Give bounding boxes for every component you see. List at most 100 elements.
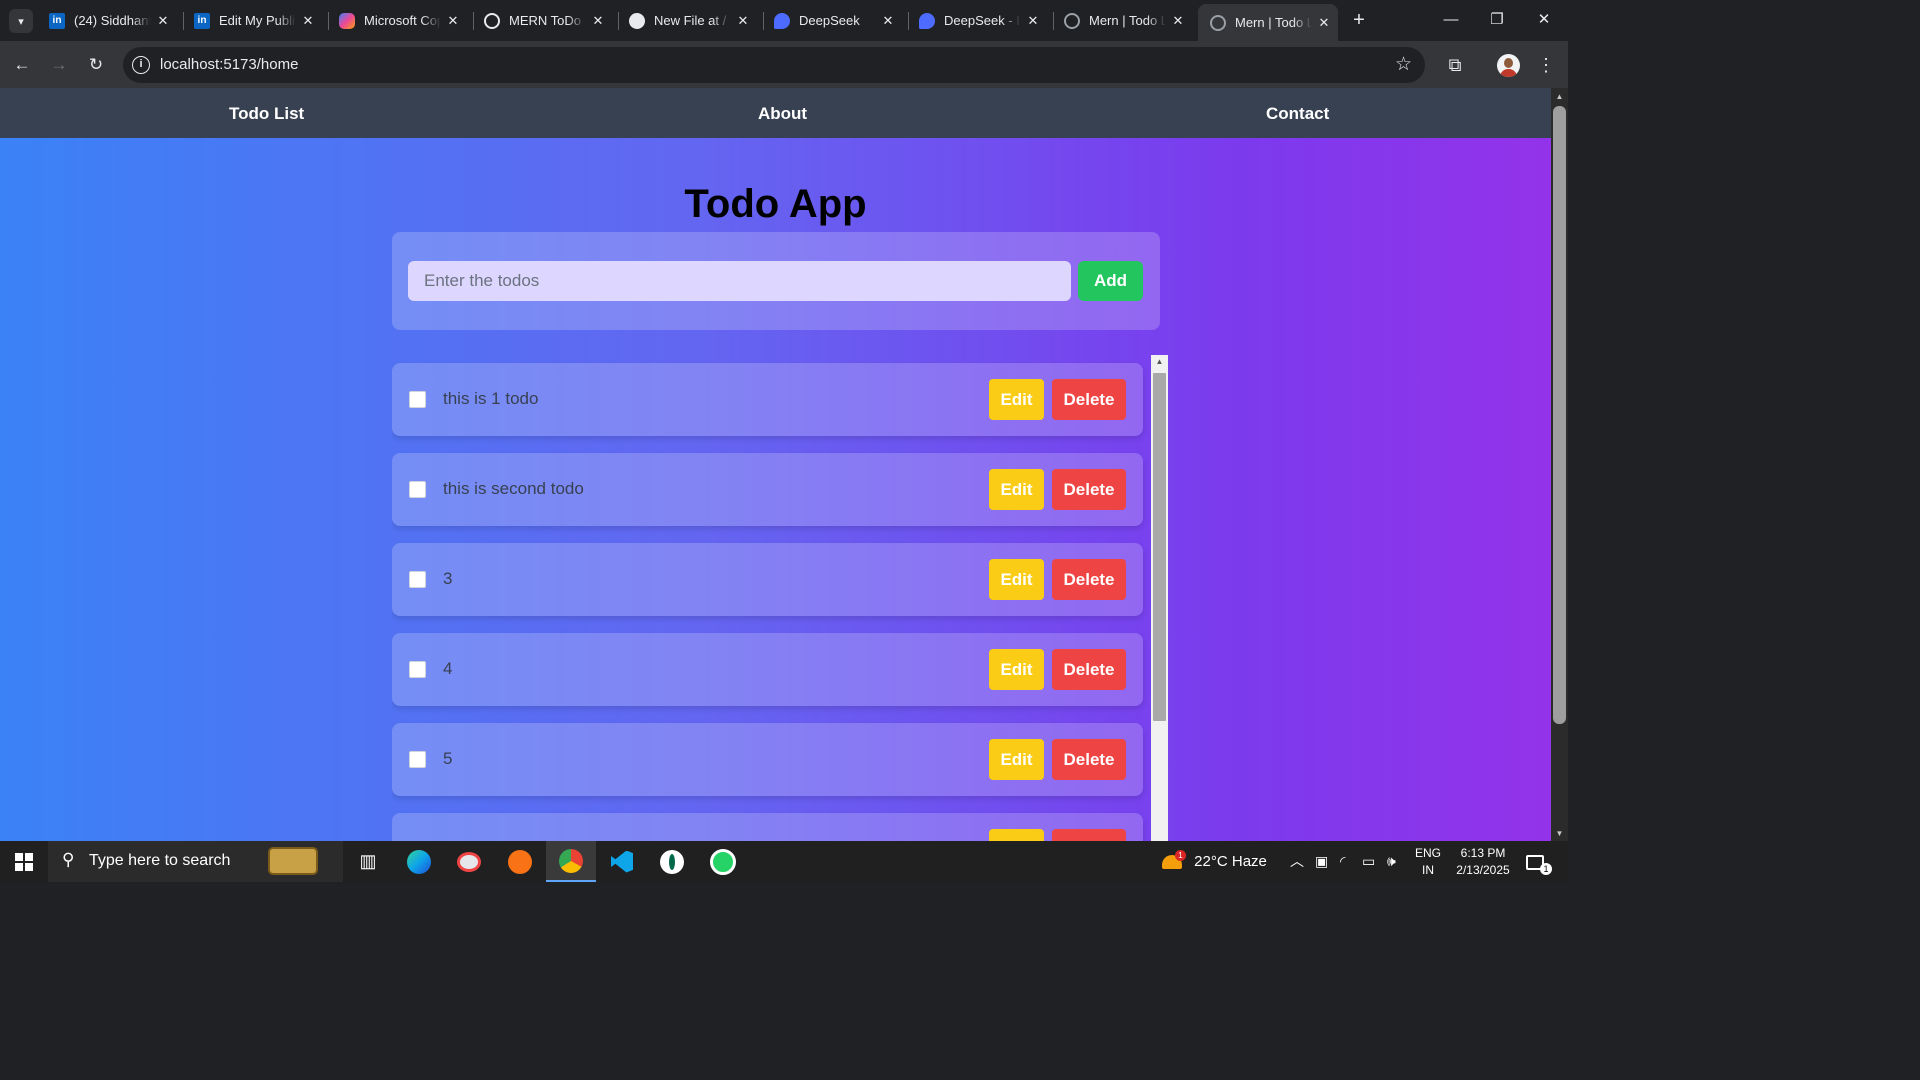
todo-checkbox[interactable] xyxy=(409,571,426,588)
openai-icon xyxy=(484,12,500,29)
delete-button[interactable]: Delete xyxy=(1052,469,1126,510)
edit-button[interactable]: Edit xyxy=(989,379,1044,420)
url-text[interactable]: localhost:5173/home xyxy=(160,56,298,73)
mongodb-compass-icon[interactable] xyxy=(647,841,697,882)
browser-tab[interactable]: New File at / ✕ xyxy=(617,4,757,37)
weather-widget[interactable]: 1 22°C Haze xyxy=(1162,841,1272,882)
browser-tab[interactable]: Microsoft Copilot ✕ xyxy=(327,4,467,37)
search-highlight-icon[interactable] xyxy=(268,847,318,875)
browser-menu-icon[interactable]: ⋮ xyxy=(1533,52,1559,78)
close-icon[interactable]: ✕ xyxy=(876,13,900,29)
todo-item: 4 Edit Delete xyxy=(392,633,1143,706)
chevron-up-icon[interactable]: ︿ xyxy=(1290,841,1304,882)
clock-time: 6:13 PM xyxy=(1460,846,1506,860)
bookmark-star-icon[interactable]: ☆ xyxy=(1395,53,1412,76)
todo-text: 3 xyxy=(443,569,453,588)
profile-avatar[interactable] xyxy=(1497,54,1520,77)
battery-icon[interactable]: ▭ xyxy=(1362,841,1375,882)
close-icon[interactable]: ✕ xyxy=(586,13,610,29)
restore-icon[interactable]: ❐ xyxy=(1474,0,1520,40)
whatsapp-icon[interactable] xyxy=(698,841,748,882)
language-code: ENG xyxy=(1414,846,1441,860)
browser-tab[interactable]: in (24) Siddhant ✕ xyxy=(37,4,177,37)
scrollbar-thumb[interactable] xyxy=(1153,373,1166,721)
vscode-icon[interactable] xyxy=(597,841,647,882)
tab-title: Mern | Todo List xyxy=(1235,15,1312,30)
site-info-icon[interactable]: i xyxy=(132,56,150,74)
task-view-icon[interactable]: ▥ xyxy=(343,841,393,882)
tab-title: Mern | Todo List xyxy=(1089,13,1166,28)
close-icon[interactable]: ✕ xyxy=(1021,13,1045,29)
region-code: IN xyxy=(1422,863,1434,877)
browser-tab-active[interactable]: Mern | Todo List ✕ xyxy=(1198,4,1338,41)
todo-text: this is second todo xyxy=(443,479,584,498)
edit-button[interactable]: Edit xyxy=(989,829,1044,841)
tab-title: MERN ToDo List xyxy=(509,13,586,28)
todo-text: this is 1 todo xyxy=(443,389,539,408)
edit-button[interactable]: Edit xyxy=(989,469,1044,510)
todo-checkbox[interactable] xyxy=(409,481,426,498)
wifi-icon[interactable]: ◜ xyxy=(1340,841,1345,882)
weather-text: 22°C Haze xyxy=(1194,853,1267,870)
todo-text: 4 xyxy=(443,659,453,678)
add-button[interactable]: Add xyxy=(1078,261,1143,301)
close-icon[interactable]: ✕ xyxy=(441,13,465,29)
windows-start-icon[interactable] xyxy=(15,853,33,871)
todo-item: Edit Delete xyxy=(392,813,1143,841)
todo-list: this is 1 todo Edit Delete this is secon… xyxy=(392,355,1168,841)
tab-title: Microsoft Copilot xyxy=(364,13,441,28)
delete-button[interactable]: Delete xyxy=(1052,829,1126,841)
close-icon[interactable]: ✕ xyxy=(1166,13,1190,29)
nav-brand-link[interactable]: Todo List xyxy=(229,104,304,124)
todo-checkbox[interactable] xyxy=(409,661,426,678)
page-scrollbar[interactable]: ▲ ▼ xyxy=(1551,88,1568,841)
scroll-up-icon[interactable]: ▲ xyxy=(1151,357,1168,366)
new-tab-icon[interactable]: + xyxy=(1347,8,1371,32)
meet-now-icon[interactable]: ▣ xyxy=(1315,841,1328,882)
delete-button[interactable]: Delete xyxy=(1052,379,1126,420)
scroll-up-icon[interactable]: ▲ xyxy=(1551,92,1568,101)
volume-icon[interactable]: 🕪 xyxy=(1387,841,1396,882)
browser-tab[interactable]: Mern | Todo List ✕ xyxy=(1052,4,1192,37)
edit-button[interactable]: Edit xyxy=(989,739,1044,780)
nav-contact-link[interactable]: Contact xyxy=(1266,104,1329,124)
edge-icon[interactable] xyxy=(394,841,444,882)
reload-icon[interactable]: ↻ xyxy=(83,52,109,78)
clock[interactable]: 6:13 PM 2/13/2025 xyxy=(1448,841,1518,882)
todo-checkbox[interactable] xyxy=(409,391,426,408)
browser-tab[interactable]: in Edit My Publication ✕ xyxy=(182,4,322,37)
browser-tab[interactable]: DeepSeek - Into the Unknown ✕ xyxy=(907,4,1047,37)
todo-list-scrollbar[interactable]: ▲ xyxy=(1151,355,1168,841)
delete-button[interactable]: Delete xyxy=(1052,739,1126,780)
delete-button[interactable]: Delete xyxy=(1052,649,1126,690)
extensions-icon[interactable]: ⧉ xyxy=(1442,52,1468,78)
back-icon[interactable]: ← xyxy=(9,52,35,78)
window-close-icon[interactable]: ✕ xyxy=(1521,0,1567,40)
address-bar[interactable]: i localhost:5173/home ☆ xyxy=(123,47,1425,83)
notifications-icon[interactable]: 1 xyxy=(1526,841,1552,882)
language-indicator[interactable]: ENG IN xyxy=(1414,841,1442,882)
close-icon[interactable]: ✕ xyxy=(151,13,175,29)
globe-icon xyxy=(1064,12,1080,29)
scrollbar-thumb[interactable] xyxy=(1553,106,1566,724)
todo-input[interactable] xyxy=(408,261,1071,301)
close-icon[interactable]: ✕ xyxy=(296,13,320,29)
edit-button[interactable]: Edit xyxy=(989,559,1044,600)
minimize-icon[interactable]: — xyxy=(1428,0,1474,40)
taskbar-search[interactable]: ⚲ Type here to search xyxy=(48,841,343,882)
browser-tab[interactable]: MERN ToDo List ✕ xyxy=(472,4,612,37)
forward-icon[interactable]: → xyxy=(46,52,72,78)
postman-icon[interactable] xyxy=(495,841,545,882)
scroll-down-icon[interactable]: ▼ xyxy=(1551,829,1568,838)
tab-search-icon[interactable]: ▾ xyxy=(9,9,33,33)
nav-about-link[interactable]: About xyxy=(758,104,807,124)
edit-button[interactable]: Edit xyxy=(989,649,1044,690)
delete-button[interactable]: Delete xyxy=(1052,559,1126,600)
close-icon[interactable]: ✕ xyxy=(1312,15,1336,31)
chrome-icon[interactable] xyxy=(546,841,596,882)
copilot-icon xyxy=(339,12,355,29)
paint-icon[interactable] xyxy=(444,841,494,882)
todo-checkbox[interactable] xyxy=(409,751,426,768)
browser-tab[interactable]: DeepSeek ✕ xyxy=(762,4,902,37)
close-icon[interactable]: ✕ xyxy=(731,13,755,29)
